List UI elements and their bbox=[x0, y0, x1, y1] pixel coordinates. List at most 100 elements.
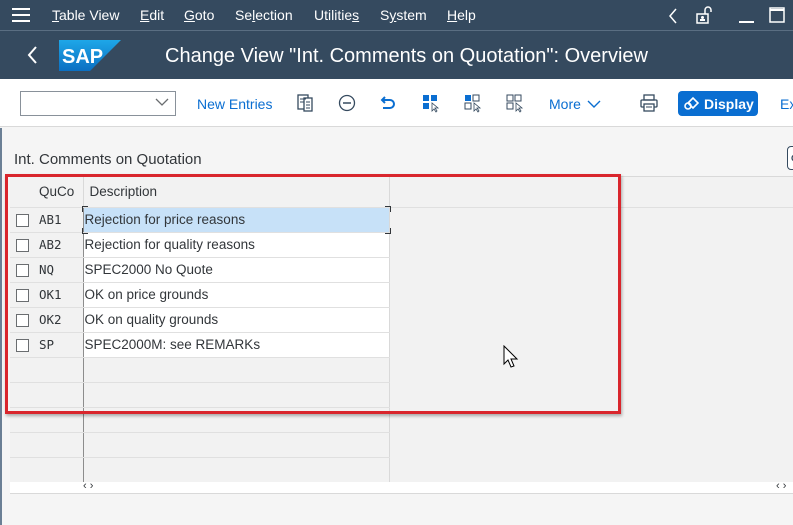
table-row[interactable]: AB1 Rejection for price reasons bbox=[10, 205, 391, 234]
empty-table-row bbox=[10, 457, 390, 483]
empty-cell bbox=[10, 382, 37, 408]
empty-cell bbox=[10, 457, 37, 483]
row-checkbox[interactable] bbox=[16, 238, 29, 252]
description-cell[interactable]: OK on price grounds bbox=[83, 282, 390, 308]
empty-cell bbox=[83, 382, 390, 408]
scroll-left-right-icon[interactable]: ‹ › bbox=[83, 480, 93, 492]
row-checkbox[interactable] bbox=[16, 288, 29, 302]
table-row[interactable]: AB2 Rejection for quality reasons bbox=[10, 232, 390, 258]
description-cell[interactable]: SPEC2000M: see REMARKs bbox=[83, 332, 390, 358]
empty-cell bbox=[83, 357, 390, 383]
description-text: SPEC2000M: see REMARKs bbox=[84, 337, 261, 352]
empty-cell bbox=[10, 357, 37, 383]
quco-cell: OK2 bbox=[37, 307, 84, 333]
delete-icon[interactable] bbox=[337, 93, 357, 113]
empty-cell bbox=[83, 457, 390, 483]
row-select-cell[interactable] bbox=[10, 257, 37, 283]
back-icon[interactable] bbox=[26, 45, 38, 65]
row-select-cell[interactable] bbox=[10, 207, 37, 233]
description-cell[interactable]: OK on quality grounds bbox=[83, 307, 390, 333]
empty-table-row bbox=[10, 407, 390, 433]
empty-table-row bbox=[10, 357, 390, 383]
table-row[interactable]: NQ SPEC2000 No Quote bbox=[10, 257, 390, 283]
row-checkbox[interactable] bbox=[16, 313, 29, 327]
empty-cell bbox=[37, 382, 84, 408]
column-header-description[interactable]: Description bbox=[82, 177, 390, 208]
mouse-cursor-icon bbox=[503, 345, 519, 368]
empty-cell bbox=[10, 407, 37, 433]
table-row[interactable]: OK2 OK on quality grounds bbox=[10, 307, 390, 333]
menu-bar: Table View Edit Goto Selection Utilities… bbox=[0, 0, 793, 31]
select-all-icon[interactable] bbox=[421, 93, 441, 113]
hamburger-menu-icon[interactable] bbox=[12, 8, 30, 22]
description-text: OK on price grounds bbox=[84, 287, 209, 302]
section-title: Int. Comments on Quotation bbox=[14, 151, 202, 168]
display-button[interactable]: Display bbox=[678, 91, 758, 116]
row-checkbox[interactable] bbox=[16, 263, 29, 277]
quco-cell: AB2 bbox=[37, 232, 84, 258]
select-all-header[interactable] bbox=[10, 177, 37, 208]
empty-cell bbox=[37, 407, 84, 433]
description-cell[interactable]: Rejection for price reasons bbox=[81, 205, 391, 234]
exit-button[interactable]: Ex bbox=[780, 96, 793, 112]
maximize-icon[interactable] bbox=[769, 7, 785, 23]
gear-icon bbox=[791, 154, 793, 162]
undo-icon[interactable] bbox=[379, 93, 399, 113]
column-header-quco[interactable]: QuCo bbox=[37, 177, 83, 208]
menu-table-view[interactable]: Table View bbox=[52, 7, 119, 23]
select-block-icon[interactable] bbox=[463, 93, 483, 113]
description-cell[interactable]: Rejection for quality reasons bbox=[83, 232, 390, 258]
empty-cell bbox=[37, 457, 84, 483]
row-select-cell[interactable] bbox=[10, 232, 37, 258]
row-checkbox[interactable] bbox=[16, 338, 29, 352]
sap-logo: SAP bbox=[59, 40, 121, 71]
unlock-icon[interactable] bbox=[696, 6, 714, 24]
row-select-cell[interactable] bbox=[10, 282, 37, 308]
more-chevron-down-icon[interactable] bbox=[587, 99, 601, 109]
description-cell[interactable]: SPEC2000 No Quote bbox=[83, 257, 390, 283]
menu-edit[interactable]: Edit bbox=[140, 7, 164, 23]
print-icon[interactable] bbox=[639, 93, 659, 113]
quco-cell: SP bbox=[37, 332, 84, 358]
horizontal-scrollbar[interactable]: ‹ › ‹ › bbox=[10, 480, 793, 494]
empty-cell bbox=[83, 407, 390, 433]
row-select-cell[interactable] bbox=[10, 307, 37, 333]
description-text: SPEC2000 No Quote bbox=[84, 262, 213, 277]
collapse-left-icon[interactable] bbox=[668, 8, 678, 24]
display-glasses-icon bbox=[684, 96, 700, 110]
copy-as-icon[interactable] bbox=[296, 93, 316, 113]
comments-table: QuCo Description AB1 Rejection for price … bbox=[10, 177, 391, 483]
deselect-all-icon[interactable] bbox=[505, 93, 525, 113]
menu-goto[interactable]: Goto bbox=[184, 7, 214, 23]
description-text: OK on quality grounds bbox=[84, 312, 219, 327]
empty-cell bbox=[83, 432, 390, 458]
menu-system[interactable]: System bbox=[380, 7, 427, 23]
menu-selection[interactable]: Selection bbox=[235, 7, 293, 23]
toolbar: New Entries More Display Ex bbox=[0, 79, 793, 127]
row-select-cell[interactable] bbox=[10, 332, 37, 358]
empty-cell bbox=[37, 432, 84, 458]
empty-cell bbox=[10, 432, 37, 458]
scroll-left-right-icon-right[interactable]: ‹ › bbox=[776, 480, 786, 492]
settings-gear-button[interactable] bbox=[787, 146, 793, 170]
menu-utilities[interactable]: Utilities bbox=[314, 7, 359, 23]
new-entries-button[interactable]: New Entries bbox=[197, 96, 272, 112]
display-button-label: Display bbox=[704, 96, 754, 112]
menu-help[interactable]: Help bbox=[447, 7, 476, 23]
minimize-icon[interactable] bbox=[738, 8, 756, 24]
more-button[interactable]: More bbox=[549, 96, 581, 112]
page-title: Change View "Int. Comments on Quotation"… bbox=[165, 45, 648, 67]
empty-table-row bbox=[10, 382, 390, 408]
command-combo[interactable] bbox=[20, 91, 176, 116]
row-checkbox[interactable] bbox=[16, 213, 29, 227]
quco-cell: OK1 bbox=[37, 282, 84, 308]
chevron-down-icon[interactable] bbox=[155, 95, 169, 109]
empty-table-row bbox=[10, 432, 390, 458]
empty-cell bbox=[37, 357, 84, 383]
sap-logo-text: SAP bbox=[62, 46, 103, 68]
table-header-row: QuCo Description bbox=[10, 177, 390, 208]
table-row[interactable]: OK1 OK on price grounds bbox=[10, 282, 390, 308]
title-bar: SAP Change View "Int. Comments on Quotat… bbox=[0, 31, 793, 79]
description-text: Rejection for quality reasons bbox=[84, 237, 255, 252]
table-row[interactable]: SP SPEC2000M: see REMARKs bbox=[10, 332, 390, 358]
